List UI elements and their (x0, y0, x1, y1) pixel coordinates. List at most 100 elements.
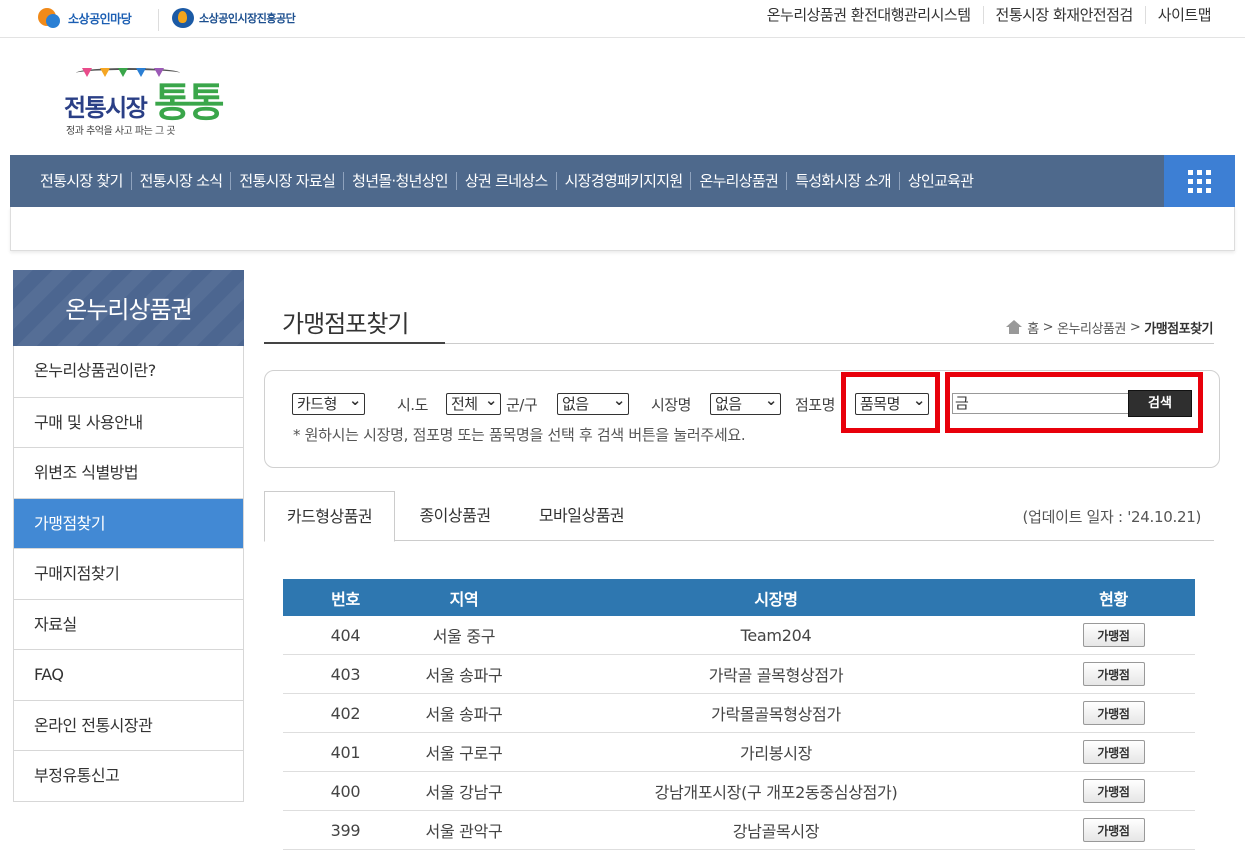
sido-label: 시.도 (397, 396, 428, 414)
logo-title: 전통시장 (64, 94, 148, 122)
breadcrumb: 홈 > 온누리상품권 > 가맹점포찾기 (1005, 318, 1213, 337)
semas-logo[interactable]: 소상공인시장진흥공단 (172, 7, 296, 29)
gungu-select[interactable]: 없음 (557, 390, 629, 415)
store-button[interactable]: 가맹점 (1082, 623, 1145, 647)
breadcrumb-sep: > (1042, 320, 1054, 335)
cell-region: 서울 관악구 (425, 822, 503, 841)
sosang-logo-icon (38, 6, 62, 30)
sidebar-item-store-find[interactable]: 가맹점찾기 (14, 497, 243, 548)
sidebar-item-report[interactable]: 부정유통신고 (14, 750, 243, 801)
cell-no: 401 (330, 742, 361, 762)
cell-market: 가리봉시장 (739, 744, 813, 763)
top-utility-bar: 소상공인마당 소상공인시장진흥공단 온누리상품권 환전대행관리시스템 전통시장 … (0, 0, 1245, 38)
gnb-item-youth[interactable]: 청년몰·청년상인 (343, 172, 456, 190)
table-row: 399 서울 관악구 강남골목시장 가맹점 (283, 811, 1195, 850)
sidebar-item-about[interactable]: 온누리상품권이란? (14, 346, 243, 397)
sidebar-item-faq[interactable]: FAQ (14, 649, 243, 700)
cell-status: 가맹점 (1032, 655, 1195, 693)
gnb-item-onnuri[interactable]: 온누리상품권 (690, 172, 786, 190)
cell-market: Team204 (740, 625, 812, 645)
gungu-label: 군/구 (506, 396, 538, 414)
cell-market: 강남골목시장 (732, 822, 820, 841)
breadcrumb-sep: > (1129, 320, 1141, 335)
logo-tagline: 정과 추억을 사고 파는 그 곳 (66, 126, 176, 137)
gnb-item-market-news[interactable]: 전통시장 소식 (130, 172, 231, 190)
highlight-box-keyword (945, 372, 1203, 433)
search-hint: * 원하시는 시장명, 점포명 또는 품목명을 선택 후 검색 버튼을 눌러주세… (293, 426, 746, 444)
table-row: 402 서울 송파구 가락몰골목형상점가 가맹점 (283, 694, 1195, 733)
top-link-sitemap[interactable]: 사이트맵 (1144, 6, 1223, 24)
title-underline (445, 343, 1214, 344)
table-row: 403 서울 송파구 가락골 골목형상점가 가맹점 (283, 655, 1195, 694)
col-header-region: 지역 (449, 589, 479, 609)
gnb-item-market-archive[interactable]: 전통시장 자료실 (230, 172, 343, 190)
table-row: 404 서울 중구 Team204 가맹점 (283, 616, 1195, 655)
page-title: 가맹점포찾기 (282, 310, 409, 338)
gnb-item-renaissance[interactable]: 상권 르네상스 (455, 172, 556, 190)
store-button[interactable]: 가맹점 (1082, 662, 1145, 686)
market-select[interactable]: 없음 (710, 390, 781, 415)
update-date: (업데이트 일자 : '24.10.21) (1022, 508, 1202, 526)
store-label: 점포명 (795, 396, 835, 414)
sidebar-title: 온누리상품권 (13, 270, 244, 346)
home-icon[interactable] (1005, 320, 1023, 335)
cell-market: 가락골 골목형상점가 (708, 666, 844, 685)
gnb-item-package[interactable]: 시장경영패키지지원 (555, 172, 691, 190)
store-table: 번호 지역 시장명 현황 404 서울 중구 Team204 가맹점 403 서… (283, 579, 1195, 850)
tab-paper[interactable]: 종이상품권 (395, 491, 515, 541)
breadcrumb-current: 가맹점포찾기 (1144, 322, 1213, 337)
cell-no: 399 (330, 820, 361, 840)
store-button[interactable]: 가맹점 (1082, 740, 1145, 764)
gnb-item-special-market[interactable]: 특성화시장 소개 (786, 172, 899, 190)
col-header-status: 현황 (1099, 589, 1128, 609)
store-button[interactable]: 가맹점 (1082, 701, 1145, 725)
cell-status: 가맹점 (1032, 616, 1195, 654)
sidebar-item-archive[interactable]: 자료실 (14, 598, 243, 650)
cell-status: 가맹점 (1032, 772, 1195, 810)
voucher-type-select[interactable]: 카드형 (292, 390, 365, 415)
top-link-exchange-system[interactable]: 온누리상품권 환전대행관리시스템 (755, 6, 983, 24)
tab-mobile[interactable]: 모바일상품권 (519, 491, 644, 541)
cell-region: 서울 강남구 (425, 783, 503, 802)
main-navigation: 전통시장 찾기 전통시장 소식 전통시장 자료실 청년몰·청년상인 상권 르네상… (10, 155, 1235, 207)
top-link-fire-safety[interactable]: 전통시장 화재안전점검 (982, 6, 1145, 24)
tab-card[interactable]: 카드형상품권 (264, 491, 395, 542)
sidebar-item-online-market[interactable]: 온라인 전통시장관 (14, 699, 243, 751)
sosang-logo-text: 소상공인마당 (68, 11, 132, 26)
cell-region: 서울 구로구 (425, 744, 503, 763)
cell-market: 강남개포시장(구 개포2동중심상점가) (654, 783, 898, 802)
sido-select[interactable]: 전체 (446, 390, 501, 415)
table-row: 400 서울 강남구 강남개포시장(구 개포2동중심상점가) 가맹점 (283, 772, 1195, 811)
gnb-item-education[interactable]: 상인교육관 (898, 172, 982, 190)
cell-status: 가맹점 (1032, 733, 1195, 771)
store-button[interactable]: 가맹점 (1082, 779, 1145, 803)
semas-logo-text: 소상공인시장진흥공단 (199, 12, 296, 25)
table-header: 번호 지역 시장명 현황 (283, 579, 1195, 616)
gnb-item-market-find[interactable]: 전통시장 찾기 (32, 172, 131, 190)
sub-menu-bar (10, 207, 1235, 251)
col-header-market: 시장명 (754, 589, 798, 609)
semas-logo-icon (172, 8, 194, 28)
cell-status: 가맹점 (1032, 694, 1195, 732)
top-links: 온누리상품권 환전대행관리시스템 전통시장 화재안전점검 사이트맵 (755, 0, 1223, 30)
cell-market: 가락몰골목형상점가 (711, 705, 841, 724)
sidebar-item-counterfeit[interactable]: 위변조 식별방법 (14, 447, 243, 498)
site-logo[interactable]: 전통시장 통통 정과 추억을 사고 파는 그 곳 (62, 62, 225, 140)
cell-no: 402 (330, 703, 361, 723)
all-menu-grid-icon[interactable] (1164, 155, 1235, 207)
breadcrumb-onnuri[interactable]: 온누리상품권 (1057, 318, 1126, 337)
sidebar-item-usage[interactable]: 구매 및 사용안내 (14, 396, 243, 448)
store-button[interactable]: 가맹점 (1082, 818, 1145, 842)
breadcrumb-home[interactable]: 홈 (1027, 318, 1039, 337)
sosang-madang-logo[interactable]: 소상공인마당 (38, 6, 132, 30)
highlight-box-item-select (841, 372, 940, 433)
table-row: 401 서울 구로구 가리봉시장 가맹점 (283, 733, 1195, 772)
page-title-wrap: 가맹점포찾기 (264, 300, 445, 344)
cell-region: 서울 송파구 (425, 705, 503, 724)
cell-region: 서울 중구 (432, 627, 496, 646)
sidebar: 온누리상품권 온누리상품권이란? 구매 및 사용안내 위변조 식별방법 가맹점찾… (13, 270, 244, 802)
sidebar-item-branch-find[interactable]: 구매지점찾기 (14, 548, 243, 599)
col-header-no: 번호 (331, 589, 360, 609)
divider (158, 9, 159, 31)
cell-status: 가맹점 (1032, 811, 1195, 849)
